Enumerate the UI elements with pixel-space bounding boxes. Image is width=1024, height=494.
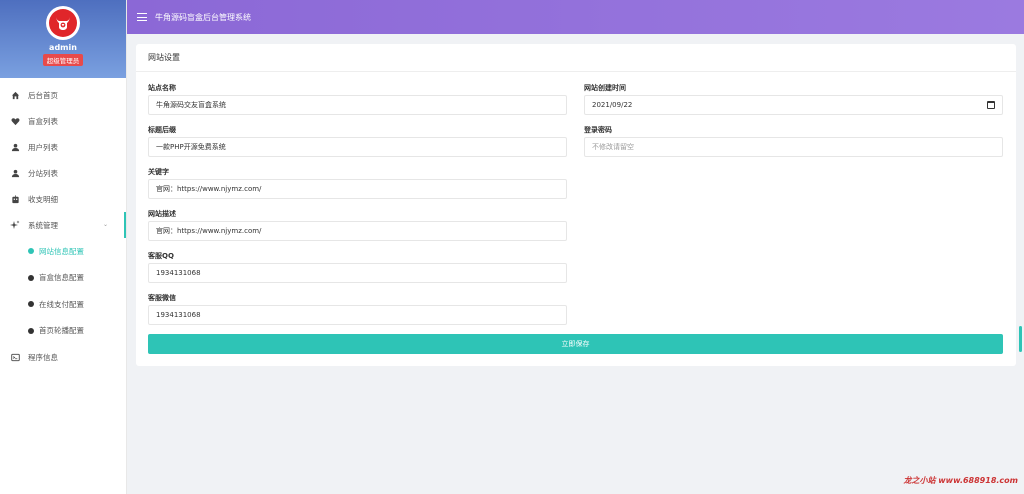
watermark-text: 龙之小站 www.688918.com [903,476,1019,485]
sidebar-subitem-box-config[interactable]: 盲盒信息配置 [0,265,126,292]
profile-panel: admin 超级管理员 [0,0,126,78]
created-date-label: 网站创建时间 [584,84,626,92]
avatar[interactable] [46,6,80,40]
terminal-icon [10,352,20,362]
calendar-icon[interactable] [987,101,995,109]
sidebar-item-label: 后台首页 [28,90,58,100]
site-name-label: 站点名称 [148,84,176,92]
qq-label: 客服QQ [148,252,174,260]
title-suffix-label: 标题后缀 [148,126,176,134]
user-icon [10,168,20,178]
sidebar-subitem-label: 盲盒信息配置 [39,273,84,283]
wechat-label: 客服微信 [148,294,176,302]
sidebar-item-program-info[interactable]: 程序信息 [0,344,126,370]
sidebar-item-users[interactable]: 用户列表 [0,134,126,160]
site-name-input[interactable]: 牛角源码交友盲盒系统 [148,95,567,115]
heart-icon [10,116,20,126]
sidebar-item-label: 收支明细 [28,194,58,204]
sidebar-item-label: 盲盒列表 [28,116,58,126]
menu-toggle-icon[interactable] [137,13,147,21]
home-icon [10,90,20,100]
keywords-label: 关键字 [148,168,169,176]
sidebar-subitem-site-config[interactable]: 网站信息配置 [0,238,126,265]
role-badge: 超级管理员 [42,54,84,66]
sidebar-menu: 后台首页 盲盒列表 用户列表 分站列表 收支明细 系统管理 ⌄ 网站信息配置 盲… [0,82,126,370]
sidebar-subitem-label: 网站信息配置 [39,246,84,256]
sidebar-item-system[interactable]: 系统管理 ⌄ [0,212,126,238]
sparkle-icon [10,220,20,230]
app-title: 牛角源码盲盒后台管理系统 [155,12,251,22]
created-date-value: 2021/09/22 [592,101,633,109]
profile-username: admin [49,43,77,52]
created-date-input[interactable]: 2021/09/22 [584,95,1003,115]
user-icon [10,142,20,152]
sidebar-subitem-payment-config[interactable]: 在线支付配置 [0,291,126,318]
check-circle-icon [28,301,34,308]
sidebar-subitem-carousel-config[interactable]: 首页轮播配置 [0,318,126,345]
sidebar-item-label: 程序信息 [28,352,58,362]
sidebar-item-dashboard[interactable]: 后台首页 [0,82,126,108]
robot-icon [10,194,20,204]
sidebar-item-label: 系统管理 [28,220,58,230]
password-input[interactable]: 不修改请留空 [584,137,1003,157]
sidebar: admin 超级管理员 后台首页 盲盒列表 用户列表 分站列表 收支明细 系统管… [0,0,127,494]
sidebar-item-substations[interactable]: 分站列表 [0,160,126,186]
bull-logo-icon [49,9,77,37]
save-button[interactable]: 立即保存 [148,334,1003,354]
sidebar-subitem-label: 在线支付配置 [39,299,84,309]
sidebar-item-boxes[interactable]: 盲盒列表 [0,108,126,134]
title-suffix-input[interactable]: 一款PHP开源免费系统 [148,137,567,157]
keywords-input[interactable]: 官网：https://www.njymz.com/ [148,179,567,199]
chevron-down-icon: ⌄ [102,221,108,228]
password-label: 登录密码 [584,126,612,134]
check-circle-icon [28,327,34,334]
sidebar-item-finance[interactable]: 收支明细 [0,186,126,212]
description-input[interactable]: 官网：https://www.njymz.com/ [148,221,567,241]
top-header: 牛角源码盲盒后台管理系统 [127,0,1024,34]
check-circle-icon [28,248,34,255]
description-label: 网站描述 [148,210,176,218]
wechat-input[interactable]: 1934131068 [148,305,567,325]
qq-input[interactable]: 1934131068 [148,263,567,283]
sidebar-item-label: 用户列表 [28,142,58,152]
check-circle-icon [28,274,34,281]
card-title: 网站设置 [136,44,1016,72]
sidebar-subitem-label: 首页轮播配置 [39,326,84,336]
scrollbar-thumb[interactable] [1019,326,1022,352]
sidebar-item-label: 分站列表 [28,168,58,178]
